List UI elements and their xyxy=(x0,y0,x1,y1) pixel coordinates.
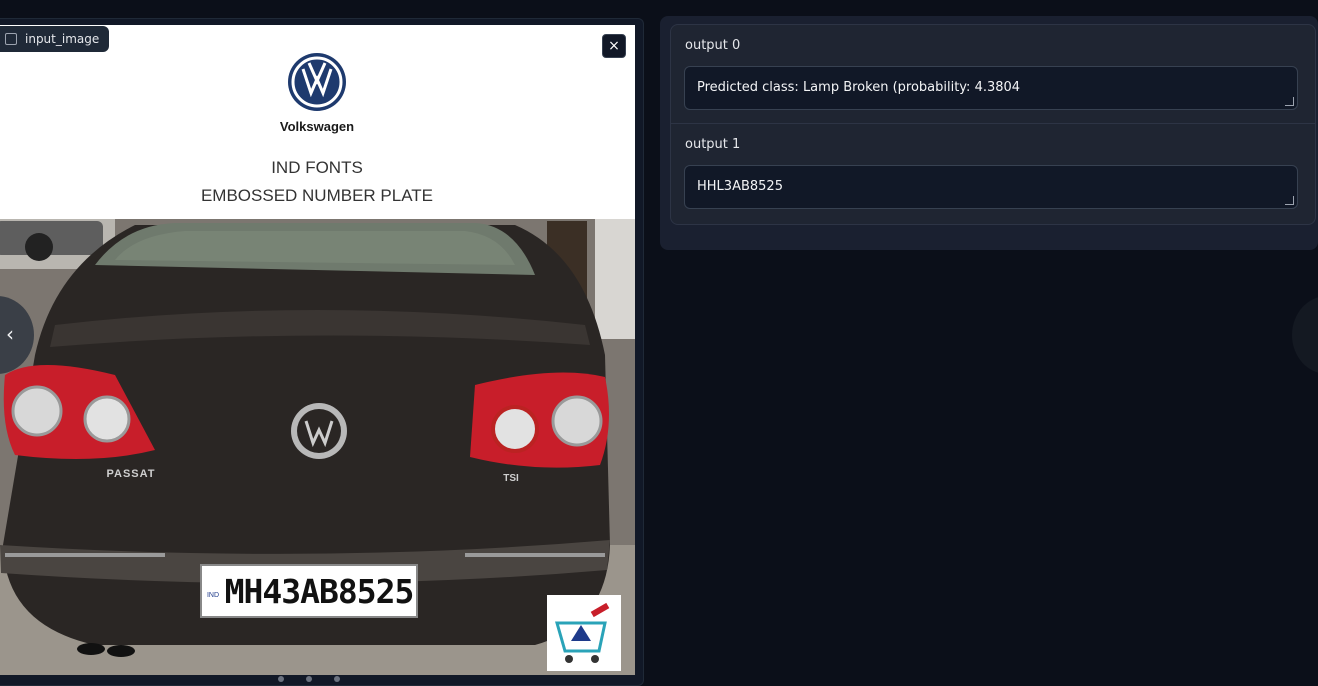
next-image-button[interactable] xyxy=(1292,296,1318,374)
input-image-label: input_image xyxy=(0,26,110,52)
image-icon xyxy=(5,33,17,45)
plate-country: IND xyxy=(207,592,219,599)
outputs-panel: output 0 Predicted class: Lamp Broken (p… xyxy=(660,16,1318,250)
carousel-dots xyxy=(278,676,340,682)
output-1-value: HHL3AB8525 xyxy=(697,179,783,194)
brand-text: Volkswagen xyxy=(280,119,354,134)
output-1-textbox[interactable]: HHL3AB8525 xyxy=(684,165,1298,209)
output-0-textbox[interactable]: Predicted class: Lamp Broken (probabilit… xyxy=(684,66,1298,110)
carousel-dot[interactable] xyxy=(278,676,284,682)
headline-line1: IND FONTS xyxy=(271,158,363,177)
chevron-left-icon: ‹ xyxy=(6,322,14,346)
output-0-value: Predicted class: Lamp Broken (probabilit… xyxy=(697,80,1021,95)
vw-logo xyxy=(288,53,346,111)
output-0-label: output 0 xyxy=(685,38,741,53)
badge-left: PASSAT xyxy=(107,468,156,480)
plate-number: MH43AB8525 xyxy=(225,572,414,611)
output-1-label: output 1 xyxy=(685,137,741,152)
output-1-block: output 1 HHL3AB8525 xyxy=(670,123,1316,225)
headline-line2: EMBOSSED NUMBER PLATE xyxy=(201,186,433,205)
resize-handle-icon[interactable] xyxy=(1285,97,1294,106)
carousel-dot[interactable] xyxy=(334,676,340,682)
uploaded-image: Volkswagen IND FONTS EMBOSSED NUMBER PLA… xyxy=(0,25,635,675)
resize-handle-icon[interactable] xyxy=(1285,196,1294,205)
input-image-panel: input_image × Volkswagen IND FONTS EMBOS… xyxy=(0,18,644,686)
carousel-dot[interactable] xyxy=(306,676,312,682)
output-0-block: output 0 Predicted class: Lamp Broken (p… xyxy=(670,24,1316,124)
badge-right: TSI xyxy=(503,473,519,484)
clear-image-button[interactable]: × xyxy=(602,34,626,58)
input-image-label-text: input_image xyxy=(25,32,100,46)
shopping-cart-logo xyxy=(547,595,621,671)
top-bar xyxy=(0,0,1318,14)
